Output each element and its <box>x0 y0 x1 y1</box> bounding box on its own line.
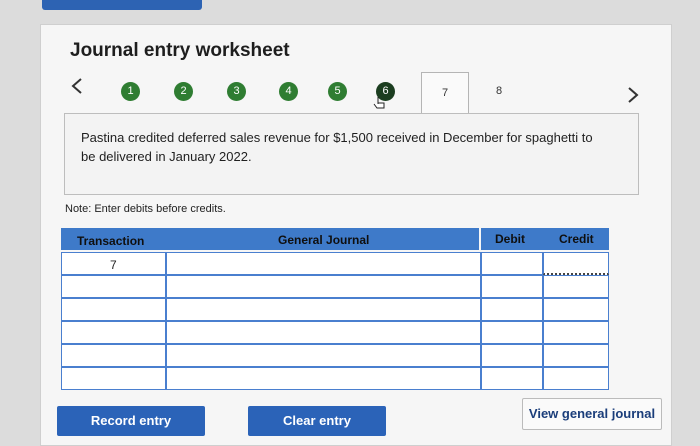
tab-7[interactable]: 7 <box>421 72 469 113</box>
view-general-journal-button[interactable]: View general journal <box>522 398 662 430</box>
account-input[interactable] <box>166 367 481 390</box>
debit-input[interactable] <box>481 275 543 298</box>
header-transaction: Transaction <box>61 228 166 250</box>
header-general-journal: General Journal <box>166 228 479 250</box>
instruction-note: Note: Enter debits before credits. <box>65 203 226 215</box>
step-2[interactable]: 2 <box>174 82 193 101</box>
debit-input[interactable] <box>481 298 543 321</box>
page-title: Journal entry worksheet <box>70 40 290 61</box>
credit-input[interactable] <box>543 252 609 275</box>
debit-input[interactable] <box>481 367 543 390</box>
header-transaction-label: Transaction <box>77 234 145 248</box>
account-input[interactable] <box>166 275 481 298</box>
clear-entry-button[interactable]: Clear entry <box>248 406 386 436</box>
transaction-cell: 7 <box>61 252 166 275</box>
transaction-cell <box>61 298 166 321</box>
credit-input[interactable] <box>543 367 609 390</box>
debit-input[interactable] <box>481 252 543 275</box>
account-input[interactable] <box>166 252 481 275</box>
transaction-cell <box>61 275 166 298</box>
chevron-left-icon[interactable] <box>70 75 84 97</box>
credit-input[interactable] <box>543 344 609 367</box>
transaction-cell <box>61 367 166 390</box>
step-4[interactable]: 4 <box>279 82 298 101</box>
credit-input[interactable] <box>543 298 609 321</box>
tab-8[interactable]: 8 <box>496 85 502 97</box>
header-debit: Debit <box>481 228 543 250</box>
transaction-cell <box>61 321 166 344</box>
account-input[interactable] <box>166 344 481 367</box>
debit-input[interactable] <box>481 321 543 344</box>
transaction-cell <box>61 344 166 367</box>
transaction-description: Pastina credited deferred sales revenue … <box>81 130 593 164</box>
debit-input[interactable] <box>481 344 543 367</box>
record-entry-button[interactable]: Record entry <box>57 406 205 436</box>
header-credit: Credit <box>543 228 609 250</box>
transaction-number: 7 <box>110 258 117 272</box>
header-debit-label: Debit <box>495 232 525 246</box>
credit-input[interactable] <box>543 321 609 344</box>
chevron-right-icon[interactable] <box>626 84 640 106</box>
account-input[interactable] <box>166 321 481 344</box>
step-1[interactable]: 1 <box>121 82 140 101</box>
step-3[interactable]: 3 <box>227 82 246 101</box>
account-input[interactable] <box>166 298 481 321</box>
top-nav-button[interactable] <box>42 0 202 10</box>
credit-input[interactable] <box>543 275 609 298</box>
header-general-journal-label: General Journal <box>278 233 370 247</box>
header-credit-label: Credit <box>559 232 594 246</box>
step-5[interactable]: 5 <box>328 82 347 101</box>
transaction-description-box: Pastina credited deferred sales revenue … <box>64 113 639 195</box>
